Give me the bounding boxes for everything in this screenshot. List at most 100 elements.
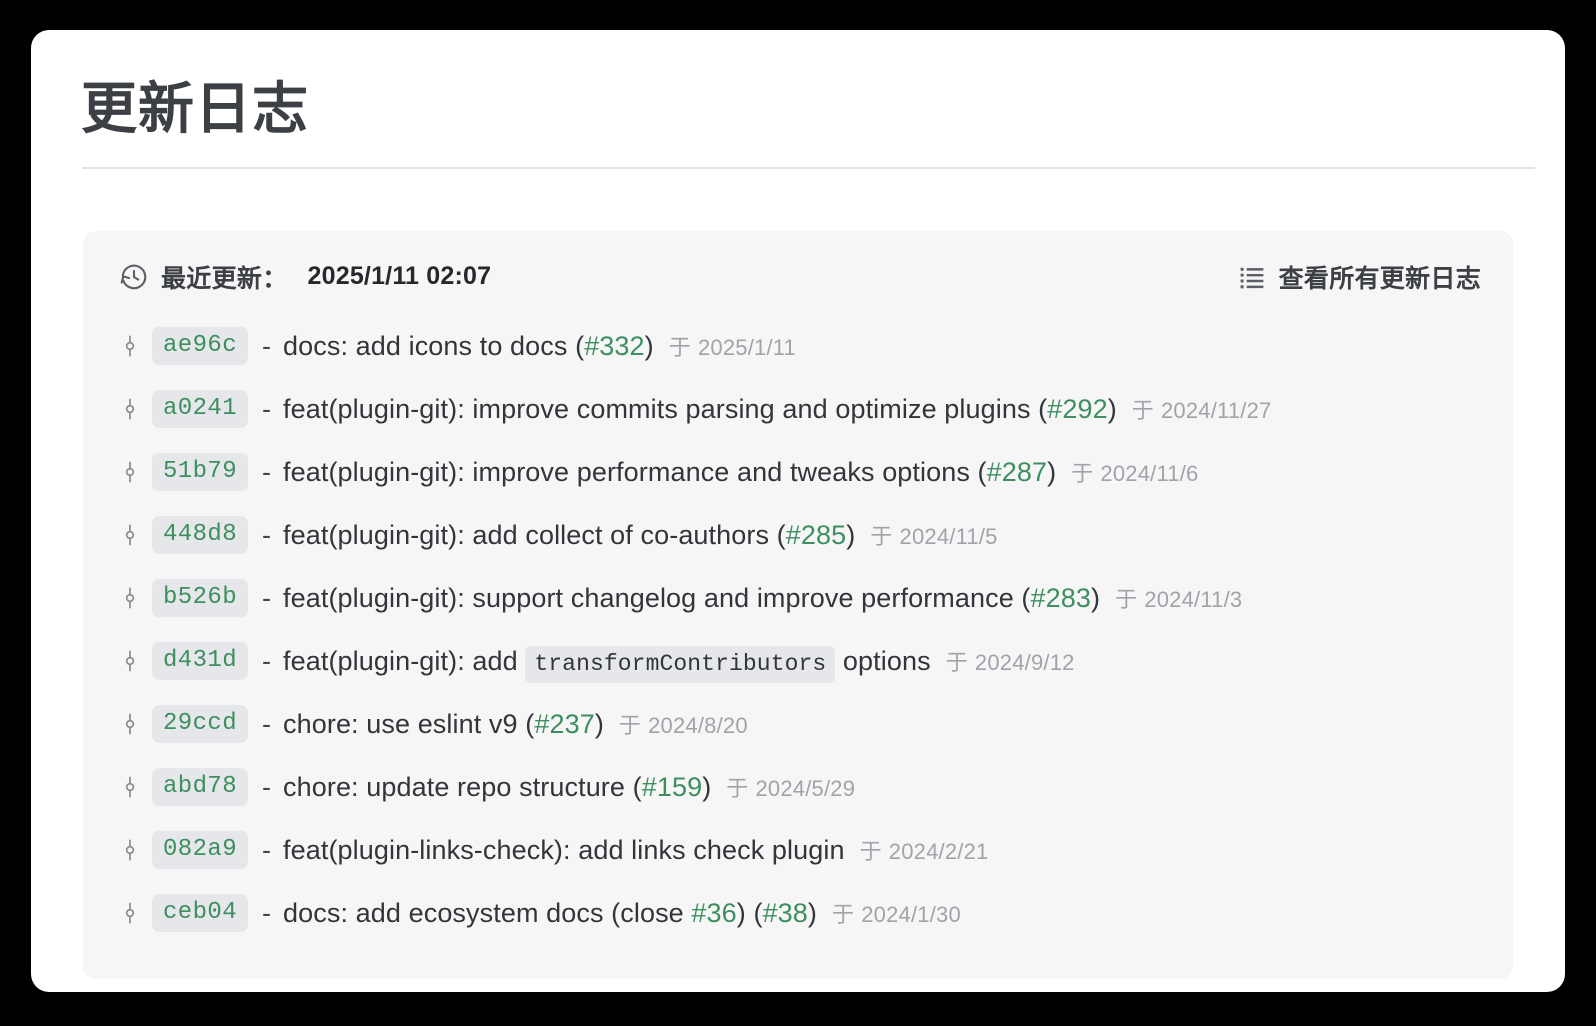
last-updated-time: 2025/1/11 02:07 bbox=[307, 262, 492, 291]
pr-link[interactable]: #237 bbox=[534, 709, 594, 739]
commit-hash[interactable]: b526b bbox=[152, 579, 249, 618]
pr-link[interactable]: #332 bbox=[584, 331, 644, 361]
commit-date: 于 2024/8/20 bbox=[619, 708, 748, 740]
commit-message-text: feat(plugin-git): improve commits parsin… bbox=[283, 393, 1048, 424]
commit-row: a0241- feat(plugin-git): improve commits … bbox=[119, 378, 1481, 441]
commit-date-preposition: 于 bbox=[945, 650, 968, 676]
commit-message: docs: add ecosystem docs (close #36) (#3… bbox=[283, 898, 817, 929]
commit-message-text: chore: use eslint v9 ( bbox=[283, 708, 535, 739]
commit-message: chore: update repo structure (#159) bbox=[283, 772, 711, 803]
commit-message: docs: add icons to docs (#332) bbox=[283, 331, 654, 362]
commit-message-text: options bbox=[835, 645, 931, 676]
git-commit-icon bbox=[125, 650, 135, 672]
commit-date-value: 2024/11/6 bbox=[1100, 461, 1199, 487]
pr-link[interactable]: #287 bbox=[987, 457, 1047, 487]
page-title: 更新日志 bbox=[81, 77, 309, 140]
commit-message-text: ) bbox=[1091, 582, 1101, 613]
commit-message: feat(plugin-git): improve commits parsin… bbox=[283, 394, 1117, 425]
commit-date-preposition: 于 bbox=[726, 776, 749, 802]
commit-hash[interactable]: d431d bbox=[152, 642, 249, 681]
commit-row: ae96c - docs: add icons to docs (#332) 于 202… bbox=[119, 315, 1481, 378]
panel-header: 最近更新： 2025/1/11 02:07 查看所有更新日志 bbox=[83, 259, 1513, 295]
git-commit-icon bbox=[125, 839, 135, 861]
commit-separator: - bbox=[262, 771, 272, 802]
view-all-changelog-link[interactable]: 查看所有更新日志 bbox=[1238, 259, 1481, 295]
inline-code: transformContributors bbox=[525, 645, 836, 683]
commit-message: feat(plugin-git): add transformContribut… bbox=[283, 645, 931, 683]
commit-separator: - bbox=[262, 834, 272, 865]
commit-message-text: ) bbox=[644, 330, 654, 361]
commit-date-value: 2024/2/21 bbox=[888, 839, 989, 865]
commit-hash[interactable]: 29ccd bbox=[152, 705, 249, 744]
commit-date-preposition: 于 bbox=[1071, 461, 1094, 487]
commit-message-text: ) bbox=[1107, 393, 1117, 424]
commit-message: feat(plugin-git): support changelog and … bbox=[283, 583, 1100, 614]
commit-message-text: ) bbox=[702, 771, 712, 802]
commit-message: feat(plugin-git): improve performance an… bbox=[283, 457, 1056, 488]
git-commit-icon bbox=[125, 902, 135, 924]
pr-link[interactable]: #38 bbox=[763, 898, 808, 928]
commit-date: 于 2025/1/11 bbox=[669, 330, 796, 362]
commit-row: 29ccd - chore: use eslint v9 (#237) 于 2024/8… bbox=[119, 693, 1481, 756]
commit-message-text: docs: add icons to docs ( bbox=[283, 330, 585, 361]
commit-hash[interactable]: 51b79 bbox=[152, 453, 249, 492]
commit-list: ae96c - docs: add icons to docs (#332) 于 202… bbox=[83, 315, 1513, 945]
commit-message-text: ) ( bbox=[736, 897, 763, 928]
commit-separator: - bbox=[262, 456, 272, 487]
commit-separator: - bbox=[262, 645, 272, 676]
commit-message-text: chore: update repo structure ( bbox=[283, 771, 642, 802]
card-content: 更新日志 最近更新： 2025/1/11 02:07 查看所有更新日志 ae96… bbox=[31, 30, 1565, 979]
commit-hash[interactable]: abd78 bbox=[152, 768, 249, 807]
commit-date: 于 2024/11/5 bbox=[870, 519, 997, 551]
commit-row: d431d - feat(plugin-git): add transformCon… bbox=[119, 630, 1481, 693]
git-commit-icon bbox=[125, 713, 135, 735]
git-commit-icon bbox=[125, 776, 135, 798]
commit-message-text: ) bbox=[594, 708, 604, 739]
pr-link[interactable]: #283 bbox=[1031, 583, 1091, 613]
commit-row: 082a9- feat(plugin-links-check): add link… bbox=[119, 819, 1481, 882]
commit-message-text: feat(plugin-links-check): add links chec… bbox=[283, 834, 845, 865]
commit-hash[interactable]: ae96c bbox=[152, 327, 249, 366]
commit-date-value: 2024/11/3 bbox=[1144, 587, 1243, 613]
commit-message: feat(plugin-git): add collect of co-auth… bbox=[283, 520, 855, 551]
commit-date-preposition: 于 bbox=[859, 839, 882, 865]
commit-separator: - bbox=[262, 393, 272, 424]
commit-row: abd78- chore: update repo structure (#159… bbox=[119, 756, 1481, 819]
commit-message-text: feat(plugin-git): add bbox=[283, 645, 526, 676]
commit-hash[interactable]: 082a9 bbox=[152, 831, 249, 870]
commit-hash[interactable]: 448d8 bbox=[152, 516, 249, 555]
pr-link[interactable]: #36 bbox=[691, 898, 736, 928]
commit-message-text: ) bbox=[846, 519, 856, 550]
commit-message: feat(plugin-links-check): add links chec… bbox=[283, 835, 845, 866]
commit-separator: - bbox=[262, 330, 272, 361]
last-updated-group: 最近更新： 2025/1/11 02:07 bbox=[119, 259, 491, 295]
commit-date: 于 2024/11/3 bbox=[1115, 582, 1242, 614]
commit-date-value: 2024/11/27 bbox=[1161, 398, 1272, 424]
git-commit-icon bbox=[125, 587, 135, 609]
commit-date: 于 2024/1/30 bbox=[832, 897, 961, 929]
commit-message-text: feat(plugin-git): improve performance an… bbox=[283, 456, 987, 487]
commit-message-text: feat(plugin-git): add collect of co-auth… bbox=[283, 519, 786, 550]
git-commit-icon bbox=[125, 398, 135, 420]
pr-link[interactable]: #292 bbox=[1047, 394, 1107, 424]
pr-link[interactable]: #159 bbox=[642, 772, 702, 802]
git-commit-icon bbox=[125, 461, 135, 483]
page-card: 更新日志 最近更新： 2025/1/11 02:07 查看所有更新日志 ae96… bbox=[31, 30, 1565, 992]
commit-hash[interactable]: a0241 bbox=[152, 390, 249, 429]
commit-message-text: docs: add ecosystem docs (close bbox=[283, 897, 692, 928]
title-divider bbox=[82, 166, 1535, 169]
commit-hash[interactable]: ceb04 bbox=[152, 894, 249, 933]
commit-date-preposition: 于 bbox=[1115, 587, 1138, 613]
commit-date: 于 2024/2/21 bbox=[860, 834, 989, 866]
pr-link[interactable]: #285 bbox=[786, 520, 846, 550]
commit-message-text: feat(plugin-git): support changelog and … bbox=[283, 582, 1031, 613]
commit-row: 51b79- feat(plugin-git): improve performa… bbox=[119, 441, 1481, 504]
list-icon bbox=[1240, 267, 1264, 289]
git-commit-icon bbox=[125, 335, 135, 357]
commit-date: 于 2024/11/27 bbox=[1132, 393, 1272, 425]
commit-date-value: 2024/11/5 bbox=[899, 524, 998, 550]
commit-date: 于 2024/5/29 bbox=[726, 771, 855, 803]
commit-date-preposition: 于 bbox=[832, 902, 855, 928]
commit-separator: - bbox=[262, 519, 272, 550]
commit-date-value: 2024/9/12 bbox=[974, 650, 1075, 676]
